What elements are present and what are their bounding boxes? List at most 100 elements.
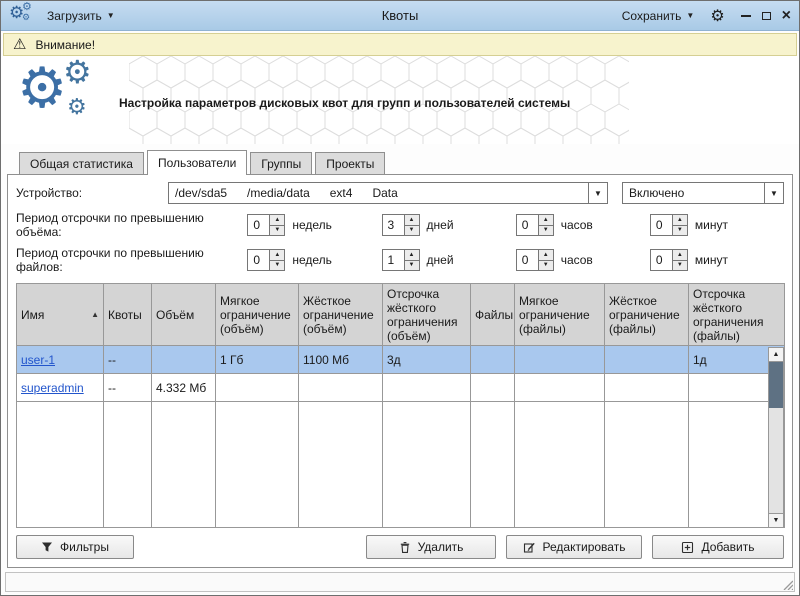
column-header-grace-files[interactable]: Отсрочка жёсткого ограничения (файлы) bbox=[689, 284, 785, 346]
gear-icon: ⚙ bbox=[22, 12, 30, 23]
window-title: Квоты bbox=[382, 8, 419, 23]
tab-users[interactable]: Пользователи bbox=[147, 150, 247, 175]
table-cell-empty bbox=[605, 402, 689, 528]
spinner-up-icon[interactable]: ▲ bbox=[405, 250, 419, 261]
grace-volume-minutes-spinner[interactable]: 0 ▲▼ bbox=[650, 214, 688, 236]
table-cell-empty bbox=[104, 402, 152, 528]
tab-groups[interactable]: Группы bbox=[250, 152, 312, 174]
gear-icon: ⚙ bbox=[17, 60, 67, 116]
column-header-soft-files[interactable]: Мягкое ограничение (файлы) bbox=[515, 284, 605, 346]
device-row: Устройство: /dev/sda5 /media/data ext4 D… bbox=[16, 182, 784, 204]
spinner-up-icon[interactable]: ▲ bbox=[673, 250, 687, 261]
spinner-down-icon[interactable]: ▼ bbox=[539, 261, 553, 271]
vertical-scrollbar[interactable]: ▲ ▼ bbox=[768, 347, 784, 528]
close-button[interactable]: × bbox=[782, 11, 791, 21]
table-cell-empty bbox=[515, 402, 605, 528]
spinner-value: 0 bbox=[248, 250, 269, 270]
add-button[interactable]: Добавить bbox=[652, 535, 784, 559]
table-cell bbox=[605, 346, 689, 374]
grace-files-hours-spinner[interactable]: 0 ▲▼ bbox=[516, 249, 554, 271]
tab-general-statistics[interactable]: Общая статистика bbox=[19, 152, 144, 174]
spinner-down-icon[interactable]: ▼ bbox=[539, 226, 553, 236]
grace-files-days-spinner[interactable]: 1 ▲▼ bbox=[382, 249, 420, 271]
filters-label: Фильтры bbox=[60, 540, 109, 554]
table-cell bbox=[383, 374, 471, 402]
grace-files-row: Период отсрочки по превышению файлов: 0 … bbox=[16, 246, 784, 274]
minimize-button[interactable] bbox=[741, 15, 751, 17]
table-cell-empty bbox=[471, 402, 515, 528]
spinner-down-icon[interactable]: ▼ bbox=[270, 226, 284, 236]
grace-volume-hours-spinner[interactable]: 0 ▲▼ bbox=[516, 214, 554, 236]
chevron-down-icon: ▼ bbox=[686, 11, 694, 20]
column-header-quotas[interactable]: Квоты bbox=[104, 284, 152, 346]
table-empty-area bbox=[17, 402, 785, 528]
table-cell: user-1 bbox=[17, 346, 104, 374]
app-description: Настройка параметров дисковых квот для г… bbox=[119, 96, 679, 110]
column-header-hard-volume[interactable]: Жёсткое ограничение (объём) bbox=[299, 284, 383, 346]
device-value: /dev/sda5 /media/data ext4 Data bbox=[169, 183, 588, 203]
sort-ascending-icon: ▲ bbox=[91, 310, 99, 319]
spinner-down-icon[interactable]: ▼ bbox=[405, 261, 419, 271]
status-bar bbox=[5, 572, 795, 592]
spinner-down-icon[interactable]: ▼ bbox=[673, 261, 687, 271]
spinner-up-icon[interactable]: ▲ bbox=[539, 250, 553, 261]
delete-button[interactable]: Удалить bbox=[366, 535, 496, 559]
spinner-value: 0 bbox=[651, 215, 672, 235]
edit-button[interactable]: Редактировать bbox=[506, 535, 642, 559]
table-cell bbox=[605, 374, 689, 402]
grace-files-weeks-spinner[interactable]: 0 ▲▼ bbox=[247, 249, 285, 271]
chevron-down-icon[interactable]: ▼ bbox=[764, 183, 783, 203]
user-link[interactable]: superadmin bbox=[21, 381, 84, 395]
table-cell-empty bbox=[216, 402, 299, 528]
resize-grip[interactable] bbox=[781, 578, 793, 590]
titlebar-right: Сохранить ▼ ⚙ × bbox=[418, 6, 791, 26]
column-header-soft-volume[interactable]: Мягкое ограничение (объём) bbox=[216, 284, 299, 346]
spinner-down-icon[interactable]: ▼ bbox=[405, 226, 419, 236]
filters-button[interactable]: Фильтры bbox=[16, 535, 134, 559]
table-cell bbox=[152, 346, 216, 374]
table-row-user-1[interactable]: user-1 -- 1 Гб 1100 Мб 3д 1д bbox=[17, 346, 785, 374]
save-menu-label: Сохранить bbox=[622, 9, 682, 23]
column-header-grace-volume[interactable]: Отсрочка жёсткого ограничения (объём) bbox=[383, 284, 471, 346]
table-cell-empty bbox=[152, 402, 216, 528]
table-cell-empty bbox=[299, 402, 383, 528]
spinner-up-icon[interactable]: ▲ bbox=[405, 215, 419, 226]
spinner-up-icon[interactable]: ▲ bbox=[673, 215, 687, 226]
table-cell bbox=[299, 374, 383, 402]
settings-gear-button[interactable]: ⚙ bbox=[710, 6, 724, 26]
spinner-down-icon[interactable]: ▼ bbox=[270, 261, 284, 271]
grace-volume-weeks-spinner[interactable]: 0 ▲▼ bbox=[247, 214, 285, 236]
table-cell-empty bbox=[383, 402, 471, 528]
app-logo-gears-icon: ⚙ ⚙ ⚙ bbox=[9, 5, 35, 27]
spinner-up-icon[interactable]: ▲ bbox=[270, 250, 284, 261]
table-row-superadmin[interactable]: superadmin -- 4.332 Мб bbox=[17, 374, 785, 402]
device-combobox[interactable]: /dev/sda5 /media/data ext4 Data ▼ bbox=[168, 182, 608, 204]
tab-projects[interactable]: Проекты bbox=[315, 152, 385, 174]
warning-icon: ⚠ bbox=[13, 37, 26, 52]
spinner-up-icon[interactable]: ▲ bbox=[539, 215, 553, 226]
column-header-label: Имя bbox=[21, 308, 44, 322]
scroll-up-icon[interactable]: ▲ bbox=[769, 348, 783, 362]
column-header-volume[interactable]: Объём bbox=[152, 284, 216, 346]
spinner-value: 0 bbox=[517, 250, 538, 270]
save-menu-button[interactable]: Сохранить ▼ bbox=[618, 6, 699, 26]
spinner-down-icon[interactable]: ▼ bbox=[673, 226, 687, 236]
user-link[interactable]: user-1 bbox=[21, 353, 55, 367]
quota-status-combobox[interactable]: Включено ▼ bbox=[622, 182, 784, 204]
spinner-up-icon[interactable]: ▲ bbox=[270, 215, 284, 226]
grace-volume-days-spinner[interactable]: 3 ▲▼ bbox=[382, 214, 420, 236]
grace-volume-row: Период отсрочки по превышению объёма: 0 … bbox=[16, 211, 784, 239]
column-header-name[interactable]: Имя ▲ bbox=[17, 284, 104, 346]
column-header-files[interactable]: Файлы bbox=[471, 284, 515, 346]
weeks-unit-label: недель bbox=[292, 253, 347, 267]
scroll-down-icon[interactable]: ▼ bbox=[769, 513, 783, 527]
grace-files-minutes-spinner[interactable]: 0 ▲▼ bbox=[650, 249, 688, 271]
grace-files-label: Период отсрочки по превышению файлов: bbox=[16, 246, 247, 274]
days-unit-label: дней bbox=[427, 253, 482, 267]
load-menu-button[interactable]: Загрузить ▼ bbox=[43, 6, 119, 26]
scrollbar-thumb[interactable] bbox=[769, 362, 783, 408]
table-cell bbox=[515, 346, 605, 374]
maximize-button[interactable] bbox=[762, 12, 771, 20]
chevron-down-icon[interactable]: ▼ bbox=[588, 183, 607, 203]
column-header-hard-files[interactable]: Жёсткое ограничение (файлы) bbox=[605, 284, 689, 346]
